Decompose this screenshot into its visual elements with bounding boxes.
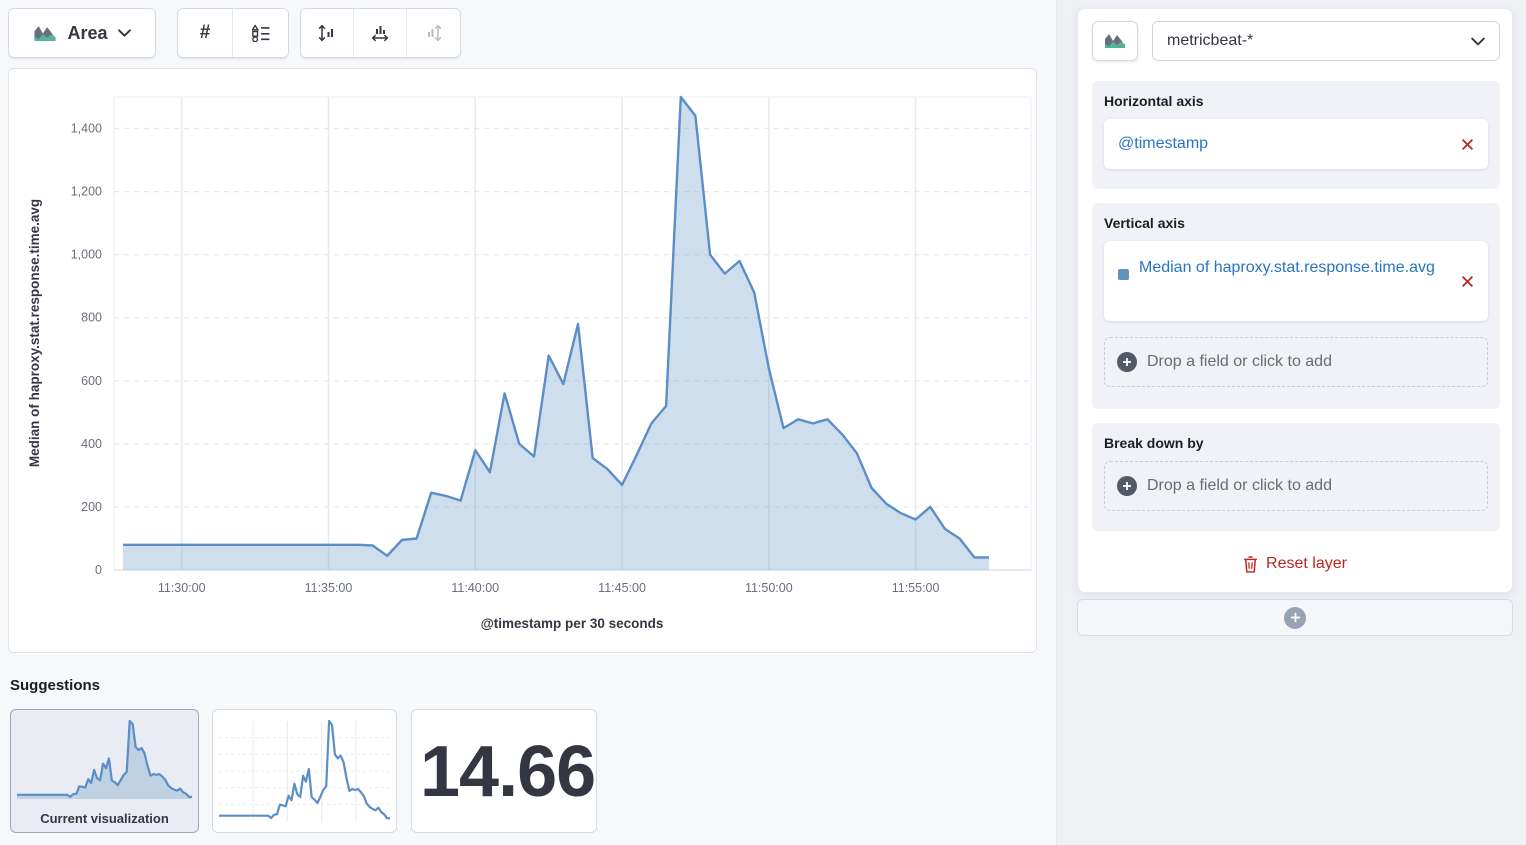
legend-icon xyxy=(252,24,270,42)
area-chart-icon xyxy=(33,24,57,43)
chevron-down-icon xyxy=(1471,37,1485,46)
suggestion-metric[interactable]: 14.66 xyxy=(411,709,597,833)
y-axis-title: Median of haproxy.stat.response.time.avg xyxy=(27,199,42,467)
x-tick-label: 11:45:00 xyxy=(598,581,646,595)
x-tick-label: 11:35:00 xyxy=(305,581,353,595)
y-tick-label: 200 xyxy=(81,500,102,514)
y-tick-label: 1,200 xyxy=(71,185,102,199)
y-tick-label: 800 xyxy=(81,311,102,325)
mini-line xyxy=(219,721,390,818)
remove-dimension-icon[interactable] xyxy=(1461,275,1474,288)
index-pattern-select[interactable]: metricbeat-* xyxy=(1152,21,1500,61)
section-label: Vertical axis xyxy=(1104,215,1488,231)
x-axis-title: @timestamp per 30 seconds xyxy=(481,616,664,631)
y-tick-label: 0 xyxy=(95,563,102,577)
dimension-label: @timestamp xyxy=(1118,135,1461,153)
chevron-down-icon xyxy=(118,29,131,37)
series-color-swatch xyxy=(1118,269,1129,280)
left-axis-button[interactable] xyxy=(301,9,354,57)
right-axis-icon xyxy=(424,23,444,43)
area-chart[interactable]: 11:30:00 11:35:00 11:40:00 11:45:00 11:50:00… xyxy=(9,69,1036,652)
y-tick-label: 400 xyxy=(81,437,102,451)
mini-area-chart xyxy=(11,716,198,806)
add-layer-button[interactable] xyxy=(1077,599,1513,636)
section-horizontal-axis: Horizontal axis @timestamp xyxy=(1092,81,1500,189)
y-tick-label: 1,400 xyxy=(71,122,102,136)
layer-panel: metricbeat-* Horizontal axis @timestamp … xyxy=(1077,8,1513,593)
dimension-label: Median of haproxy.stat.response.time.avg xyxy=(1139,255,1461,281)
section-label: Break down by xyxy=(1104,435,1488,451)
bottom-axis-icon xyxy=(370,23,390,43)
x-tick-label: 11:40:00 xyxy=(451,581,499,595)
area-fill xyxy=(123,97,989,570)
hash-icon: # xyxy=(200,22,211,44)
suggestion-current-label: Current visualization xyxy=(11,811,198,826)
x-tick-label: 11:50:00 xyxy=(745,581,793,595)
right-axis-button-disabled xyxy=(407,9,460,57)
chart-type-switch-button[interactable]: Area xyxy=(8,8,156,58)
reset-layer-button[interactable]: Reset layer xyxy=(1078,555,1512,573)
value-labels-button[interactable]: # xyxy=(178,9,233,57)
chart-panel: 11:30:00 11:35:00 11:40:00 11:45:00 11:50:00… xyxy=(8,68,1037,653)
drop-placeholder: Drop a field or click to add xyxy=(1147,353,1332,371)
label-settings-group: # xyxy=(177,8,289,58)
suggestion-line-chart[interactable] xyxy=(212,709,397,833)
layer-chart-type-button[interactable] xyxy=(1092,21,1138,61)
section-vertical-axis: Vertical axis Median of haproxy.stat.res… xyxy=(1092,203,1500,409)
area-chart-icon xyxy=(1104,32,1126,50)
suggestion-current[interactable]: Current visualization xyxy=(10,709,199,833)
metric-value: 14.66 xyxy=(420,710,595,833)
axis-settings-group xyxy=(300,8,461,58)
mini-line-chart xyxy=(213,716,396,828)
chart-type-label: Area xyxy=(67,23,107,44)
config-sidebar: metricbeat-* Horizontal axis @timestamp … xyxy=(1056,0,1526,845)
drop-placeholder: Drop a field or click to add xyxy=(1147,477,1332,495)
y-tick-label: 1,000 xyxy=(71,248,102,262)
plus-in-circle-icon xyxy=(1284,607,1306,629)
left-axis-icon xyxy=(317,23,337,43)
drop-field-vertical[interactable]: Drop a field or click to add xyxy=(1104,337,1488,387)
x-tick-label: 11:55:00 xyxy=(892,581,940,595)
legend-settings-button[interactable] xyxy=(233,9,288,57)
x-tick-label: 11:30:00 xyxy=(158,581,206,595)
plus-in-circle-icon xyxy=(1117,352,1137,372)
remove-dimension-icon[interactable] xyxy=(1461,138,1474,151)
section-break-down: Break down by Drop a field or click to a… xyxy=(1092,423,1500,531)
y-tick-label: 600 xyxy=(81,374,102,388)
index-pattern-value: metricbeat-* xyxy=(1167,32,1471,50)
dimension-timestamp[interactable]: @timestamp xyxy=(1104,119,1488,169)
drop-field-breakdown[interactable]: Drop a field or click to add xyxy=(1104,461,1488,511)
dimension-median[interactable]: Median of haproxy.stat.response.time.avg xyxy=(1104,241,1488,321)
bottom-axis-button[interactable] xyxy=(354,9,407,57)
reset-layer-label: Reset layer xyxy=(1266,555,1347,573)
plus-in-circle-icon xyxy=(1117,476,1137,496)
section-label: Horizontal axis xyxy=(1104,93,1488,109)
trash-icon xyxy=(1243,556,1258,573)
suggestions-title: Suggestions xyxy=(10,677,100,694)
